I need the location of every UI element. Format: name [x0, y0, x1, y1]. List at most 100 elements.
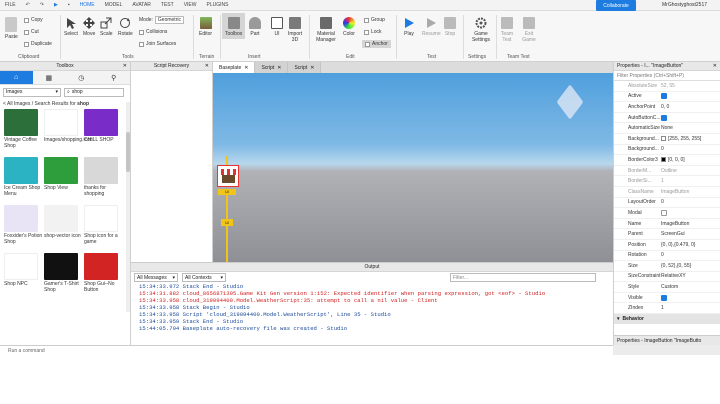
stop-button[interactable]: Stop	[444, 17, 456, 37]
property-value[interactable]: RelativeXY	[661, 273, 720, 279]
tab-script-1[interactable]: Script ✕	[255, 62, 289, 73]
property-value[interactable]: {0, 0},{0.479, 0}	[661, 242, 720, 248]
property-row[interactable]: Name ImageButton	[614, 219, 720, 230]
toolbox-asset-item[interactable]: Images/shopping.icon	[44, 109, 93, 155]
property-value[interactable]	[661, 209, 720, 216]
team-test-button[interactable]: Team Test	[500, 17, 514, 43]
toolbox-asset-item[interactable]: Shop icon for a game	[84, 205, 123, 251]
close-icon[interactable]: ✕	[123, 63, 127, 69]
terrain-editor-button[interactable]: Editor	[199, 17, 212, 37]
anchor-button[interactable]: Anchor	[362, 40, 391, 48]
duplicate-button[interactable]: Duplicate	[24, 41, 52, 47]
property-value[interactable]: 0	[661, 146, 720, 152]
copy-button[interactable]: Copy	[24, 17, 43, 23]
property-value[interactable]	[661, 93, 720, 100]
toolbox-asset-item[interactable]: Shop NPC	[4, 253, 43, 299]
properties-filter-input[interactable]: Filter Properties (Ctrl+Shift+P)	[614, 71, 720, 81]
property-row[interactable]: BorderM... Outline	[614, 166, 720, 177]
checkbox[interactable]	[661, 93, 667, 100]
property-row[interactable]: ClassName ImageButton	[614, 187, 720, 198]
property-value[interactable]: [0, 0, 0]	[661, 157, 720, 163]
property-row[interactable]: ZIndex 1	[614, 303, 720, 315]
tab-marketplace[interactable]: ⌂	[0, 71, 33, 84]
property-row[interactable]: Position {0, 0},{0.479, 0}	[614, 240, 720, 251]
property-row[interactable]: Visible	[614, 293, 720, 304]
paste-button[interactable]: Paste	[5, 17, 18, 40]
property-value[interactable]: None	[661, 125, 720, 131]
resume-button[interactable]: Resume	[422, 17, 441, 37]
menu-view[interactable]: VIEW	[179, 2, 202, 8]
join-surfaces-toggle[interactable]: Join Surfaces	[139, 41, 176, 47]
toolbox-asset-item[interactable]: Gamer's T-Shirt Shop	[44, 253, 83, 299]
property-row[interactable]: AnchorPoint 0, 0	[614, 102, 720, 113]
ui-button[interactable]: UI	[271, 17, 283, 37]
toolbox-asset-item[interactable]: thanks for shopping	[84, 157, 123, 203]
close-icon[interactable]: ✕	[310, 65, 314, 71]
property-row[interactable]: SizeConstraint RelativeXY	[614, 272, 720, 283]
lock-button[interactable]: Lock	[364, 29, 382, 35]
tab-inventory[interactable]: ▦	[33, 71, 66, 84]
property-row[interactable]: Size {0, 52},{0, 55}	[614, 261, 720, 272]
property-value[interactable]: 0	[661, 199, 720, 205]
menu-avatar[interactable]: AVATAR	[127, 2, 156, 8]
play-button[interactable]: Play	[403, 17, 415, 37]
tab-script-2[interactable]: Script ✕	[288, 62, 322, 73]
3d-viewport[interactable]: Ui Ui	[213, 73, 613, 262]
output-filter-input[interactable]: Filter...	[450, 273, 596, 282]
toolbox-asset-item[interactable]: Shop Gui--No Button	[84, 253, 123, 299]
property-row[interactable]: AutoButtonC...	[614, 113, 720, 124]
property-value[interactable]: ScreenGui	[661, 231, 720, 237]
view-cube[interactable]	[556, 84, 584, 120]
menu-test[interactable]: TEST	[156, 2, 179, 8]
scale-tool[interactable]: Scale	[100, 17, 113, 37]
play-icon[interactable]: ▶	[49, 2, 63, 8]
property-value[interactable]	[661, 114, 720, 121]
property-value[interactable]: 52, 55	[661, 83, 720, 89]
toolbox-asset-item[interactable]: Vintage Coffee Shop	[4, 109, 43, 155]
property-row[interactable]: Background... 0	[614, 145, 720, 156]
menu-file[interactable]: FILE	[0, 2, 21, 8]
group-button[interactable]: Group	[364, 17, 385, 23]
property-value[interactable]: Custom	[661, 284, 720, 290]
property-value[interactable]: 1	[661, 305, 720, 311]
close-icon[interactable]: ✕	[205, 63, 209, 69]
properties-footer-tab[interactable]: Properties - ImageButton "ImageButto	[614, 335, 720, 345]
toolbox-button[interactable]: Toolbox	[222, 13, 246, 39]
toolbox-asset-item[interactable]: Ice Cream Shop Menu	[4, 157, 43, 203]
property-value[interactable]: 0, 0	[661, 104, 720, 110]
property-value[interactable]: 1	[661, 178, 720, 184]
checkbox[interactable]	[661, 209, 667, 216]
quick-icon[interactable]: ▪	[63, 2, 75, 8]
selected-image-button[interactable]	[217, 165, 239, 187]
material-manager-button[interactable]: Material Manager	[315, 17, 337, 43]
property-row[interactable]: BorderSi... 1	[614, 176, 720, 187]
property-row[interactable]: AbsoluteSize 52, 55	[614, 81, 720, 92]
game-settings-button[interactable]: Game Settings	[470, 17, 492, 43]
command-input[interactable]: Run a command	[8, 348, 45, 354]
message-filter-select[interactable]: All Messages ▾	[134, 273, 178, 282]
property-value[interactable]	[661, 294, 720, 301]
property-value[interactable]: {0, 52},{0, 55}	[661, 263, 720, 269]
select-tool[interactable]: Select	[64, 17, 78, 37]
collaborate-button[interactable]: Collaborate	[596, 0, 636, 11]
search-input[interactable]: ⌕ shop	[64, 87, 124, 97]
property-row[interactable]: BorderColor3 [0, 0, 0]	[614, 155, 720, 166]
tab-baseplate[interactable]: Baseplate ✕	[213, 62, 256, 73]
collisions-toggle[interactable]: Collisions	[139, 29, 167, 35]
move-tool[interactable]: Move	[83, 17, 95, 37]
tab-creations[interactable]: ⚲	[98, 71, 131, 84]
tab-recent[interactable]: ◷	[65, 71, 98, 84]
import-3d-button[interactable]: Import 3D	[288, 17, 302, 43]
property-value[interactable]: Outline	[661, 168, 720, 174]
mode-select[interactable]: Mode: Geometric	[139, 16, 184, 24]
property-row[interactable]: Active	[614, 92, 720, 103]
category-select[interactable]: Images ▾	[3, 87, 61, 97]
close-icon[interactable]: ✕	[713, 63, 717, 69]
close-icon[interactable]: ✕	[277, 65, 281, 71]
part-button[interactable]: Part	[249, 17, 261, 37]
property-value[interactable]: [255, 255, 255]	[661, 136, 720, 142]
toolbox-scrollbar[interactable]	[126, 102, 130, 312]
property-row[interactable]: Style Custom	[614, 282, 720, 293]
property-row[interactable]: Parent ScreenGui	[614, 229, 720, 240]
property-value[interactable]: ImageButton	[661, 189, 720, 195]
